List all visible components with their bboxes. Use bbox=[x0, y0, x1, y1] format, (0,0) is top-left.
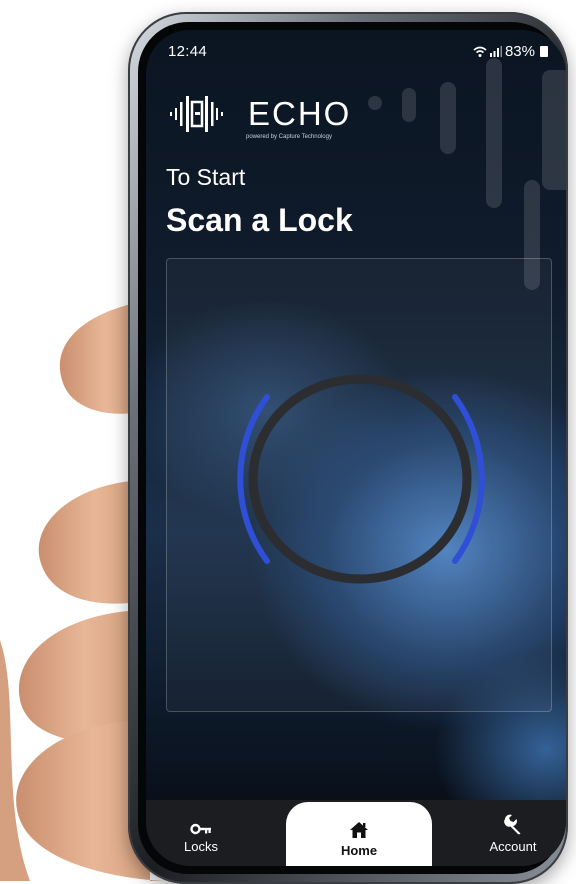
nav-item-home[interactable]: Home bbox=[286, 802, 432, 866]
header-kicker: To Start bbox=[166, 164, 246, 190]
phone-screen: 12:44 83% ECHO powered by Capture Techno… bbox=[146, 30, 566, 866]
nav-label-locks: Locks bbox=[184, 838, 218, 854]
decor-bar bbox=[402, 88, 416, 122]
decor-bar bbox=[486, 58, 502, 208]
key-icon bbox=[190, 823, 211, 834]
wrench-icon bbox=[504, 814, 521, 834]
decor-bar bbox=[440, 82, 456, 154]
brand-logo: ECHO powered by Capture Technology bbox=[166, 92, 352, 140]
nav-item-locks[interactable]: Locks bbox=[166, 800, 236, 866]
battery-icon bbox=[540, 46, 548, 57]
page-title: Scan a Lock bbox=[166, 202, 353, 238]
brand-name: ECHO bbox=[248, 95, 352, 132]
nav-label-home: Home bbox=[340, 842, 378, 858]
nav-label-account: Account bbox=[489, 838, 537, 854]
signal-icon bbox=[489, 46, 502, 57]
scan-area[interactable] bbox=[166, 258, 552, 712]
wifi-icon bbox=[473, 46, 487, 57]
status-bar: 12:44 83% bbox=[146, 30, 566, 70]
status-time: 12:44 bbox=[168, 43, 208, 60]
status-indicators: 83% bbox=[473, 43, 548, 60]
nav-item-account[interactable]: Account bbox=[468, 800, 558, 866]
decor-bar bbox=[542, 70, 566, 190]
brand-tagline: powered by Capture Technology bbox=[246, 134, 332, 140]
bottom-nav: Locks Home Account bbox=[146, 800, 566, 866]
battery-percent: 83% bbox=[504, 43, 535, 60]
home-icon bbox=[350, 821, 368, 838]
scan-ring bbox=[248, 374, 472, 584]
decor-dot bbox=[368, 96, 382, 110]
scan-indicator bbox=[237, 374, 485, 584]
echo-logo-mark-icon bbox=[170, 96, 223, 132]
